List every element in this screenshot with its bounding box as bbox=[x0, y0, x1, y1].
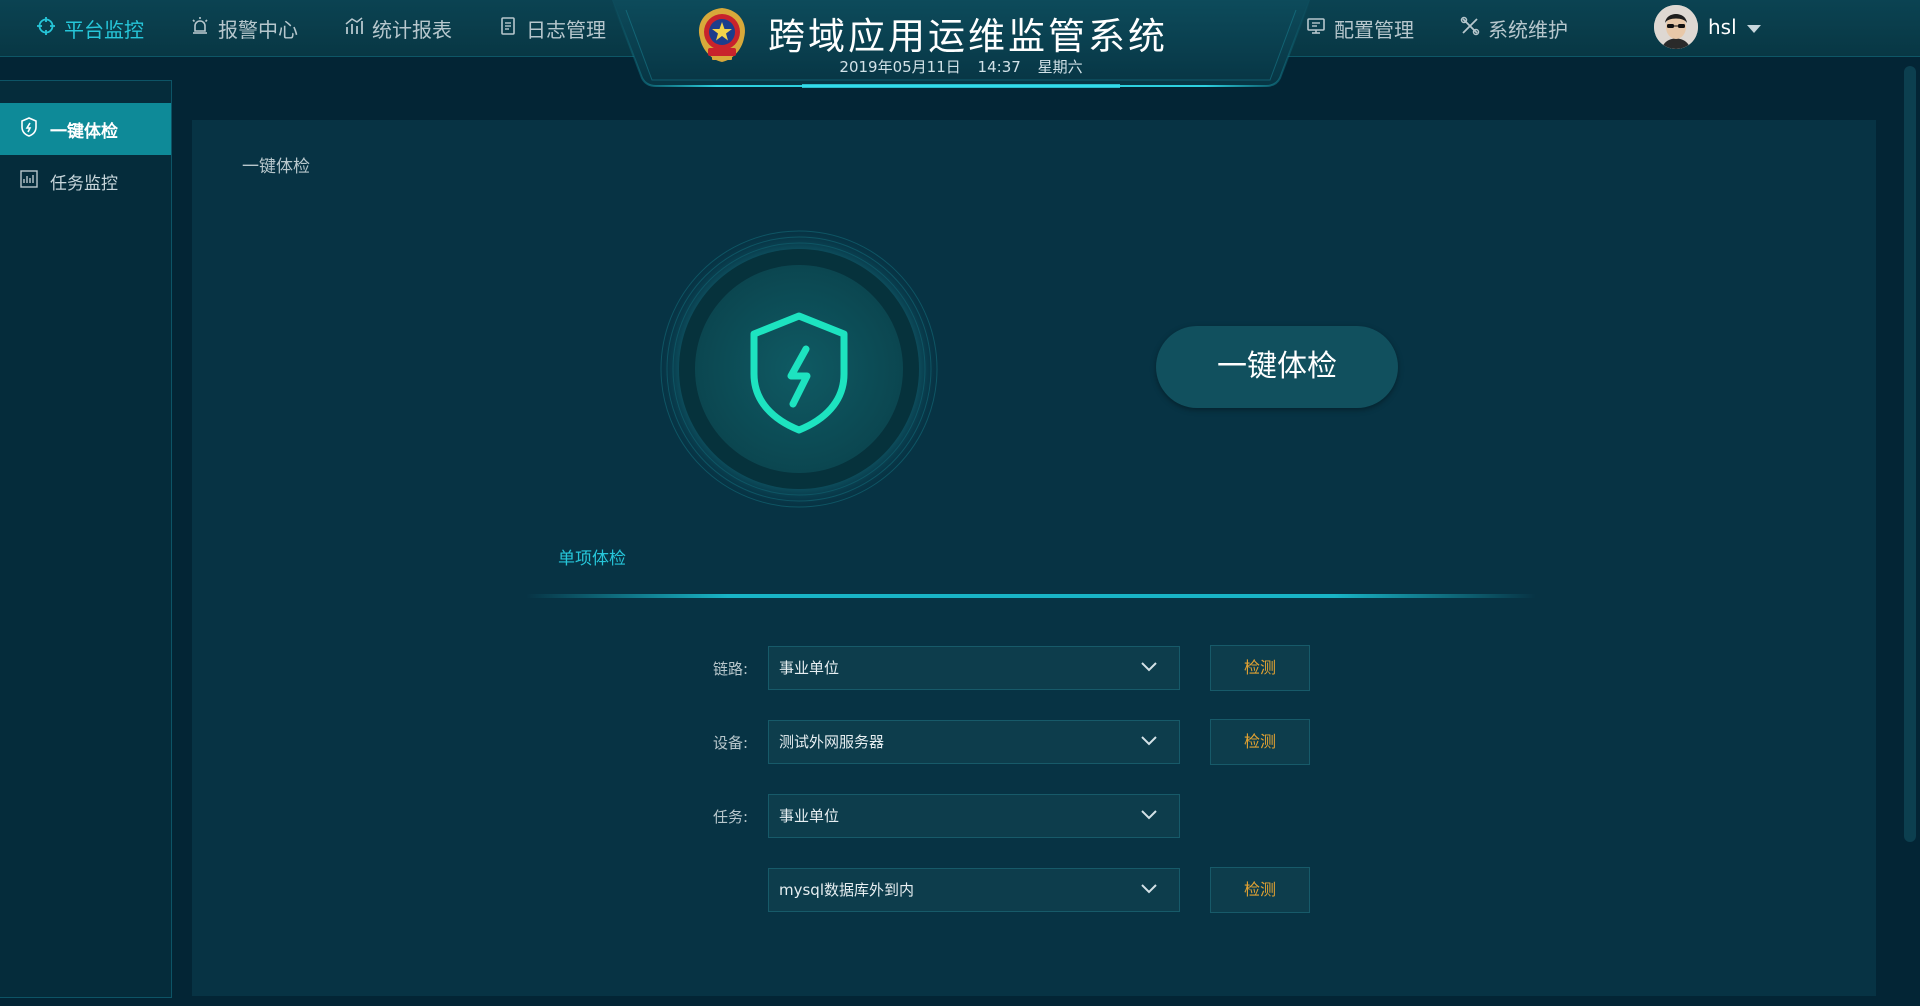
select-value: 事业单位 bbox=[779, 659, 840, 677]
nav-log-management[interactable]: 日志管理 bbox=[498, 14, 606, 43]
nav-statistics-report[interactable]: 统计报表 bbox=[344, 14, 452, 43]
health-check-gauge bbox=[654, 224, 944, 514]
nav-label: 日志管理 bbox=[526, 17, 606, 42]
main-nav-right: 配置管理 系统维护 bbox=[1306, 0, 1614, 56]
main-nav-left: 平台监控 报警中心 统计报表 日志管理 bbox=[36, 0, 652, 56]
chevron-down-icon[interactable] bbox=[1746, 25, 1761, 33]
check-button[interactable]: 检测 bbox=[1210, 867, 1310, 913]
chevron-down-icon bbox=[1141, 662, 1157, 672]
current-time: 14:37 bbox=[977, 58, 1021, 76]
nav-alarm-center[interactable]: 报警中心 bbox=[190, 14, 298, 43]
sidebar: 一键体检 任务监控 bbox=[0, 80, 172, 998]
nav-config-management[interactable]: 配置管理 bbox=[1306, 14, 1414, 43]
link-select[interactable]: 事业单位 bbox=[768, 646, 1180, 690]
field-label: 任务: bbox=[712, 808, 748, 826]
nav-label: 报警中心 bbox=[218, 17, 298, 42]
user-menu[interactable]: hsl bbox=[1654, 5, 1761, 49]
scrollbar[interactable] bbox=[1904, 66, 1916, 842]
bar-chart-icon bbox=[344, 16, 364, 41]
tools-icon bbox=[1460, 16, 1480, 41]
breadcrumb: 一键体检 bbox=[242, 157, 310, 177]
select-value: 测试外网服务器 bbox=[779, 733, 885, 751]
nav-label: 统计报表 bbox=[372, 17, 452, 42]
sidebar-item-label: 一键体检 bbox=[50, 121, 118, 142]
app-title: 跨域应用运维监管系统 bbox=[768, 15, 1168, 58]
sidebar-item-one-key-check[interactable]: 一键体检 bbox=[0, 103, 171, 155]
nav-platform-monitor[interactable]: 平台监控 bbox=[36, 14, 144, 43]
nav-system-maintenance[interactable]: 系统维护 bbox=[1460, 14, 1568, 43]
main-panel: 一键体检 一键体检 单项体检 链路: 事业单位 检测 设备: 测试外网服务器 检… bbox=[192, 120, 1876, 996]
select-value: 事业单位 bbox=[779, 807, 840, 825]
check-button[interactable]: 检测 bbox=[1210, 645, 1310, 691]
shield-bolt-icon bbox=[18, 116, 40, 143]
sidebar-item-label: 任务监控 bbox=[50, 173, 118, 194]
tab-single-item-check[interactable]: 单项体检 bbox=[558, 544, 626, 569]
alarm-light-icon bbox=[190, 16, 210, 41]
device-select[interactable]: 测试外网服务器 bbox=[768, 720, 1180, 764]
field-label: 设备: bbox=[712, 734, 748, 752]
crosshair-icon bbox=[36, 16, 56, 41]
avatar[interactable] bbox=[1654, 5, 1698, 49]
task-item-select[interactable]: mysql数据库外到内 bbox=[768, 868, 1180, 912]
nav-label: 平台监控 bbox=[64, 17, 144, 42]
one-key-check-button[interactable]: 一键体检 bbox=[1156, 326, 1398, 408]
nav-label: 系统维护 bbox=[1488, 17, 1568, 42]
check-button[interactable]: 检测 bbox=[1210, 719, 1310, 765]
title-panel: 跨域应用运维监管系统 2019年05月11日 14:37 星期六 bbox=[612, 0, 1310, 96]
nav-label: 配置管理 bbox=[1334, 17, 1414, 42]
document-icon bbox=[498, 16, 518, 41]
chevron-down-icon bbox=[1141, 810, 1157, 820]
task-unit-select[interactable]: 事业单位 bbox=[768, 794, 1180, 838]
field-label: 链路: bbox=[712, 660, 748, 678]
current-date: 2019年05月11日 bbox=[839, 58, 961, 76]
chevron-down-icon bbox=[1141, 884, 1157, 894]
sidebar-item-task-monitor[interactable]: 任务监控 bbox=[0, 155, 171, 207]
report-icon bbox=[18, 168, 40, 195]
police-emblem-logo bbox=[694, 4, 750, 64]
select-value: mysql数据库外到内 bbox=[779, 881, 914, 899]
tab-divider bbox=[526, 594, 1536, 598]
chevron-down-icon bbox=[1141, 736, 1157, 746]
current-weekday: 星期六 bbox=[1037, 58, 1083, 76]
username: hsl bbox=[1708, 15, 1737, 39]
datetime: 2019年05月11日 14:37 星期六 bbox=[612, 56, 1310, 77]
